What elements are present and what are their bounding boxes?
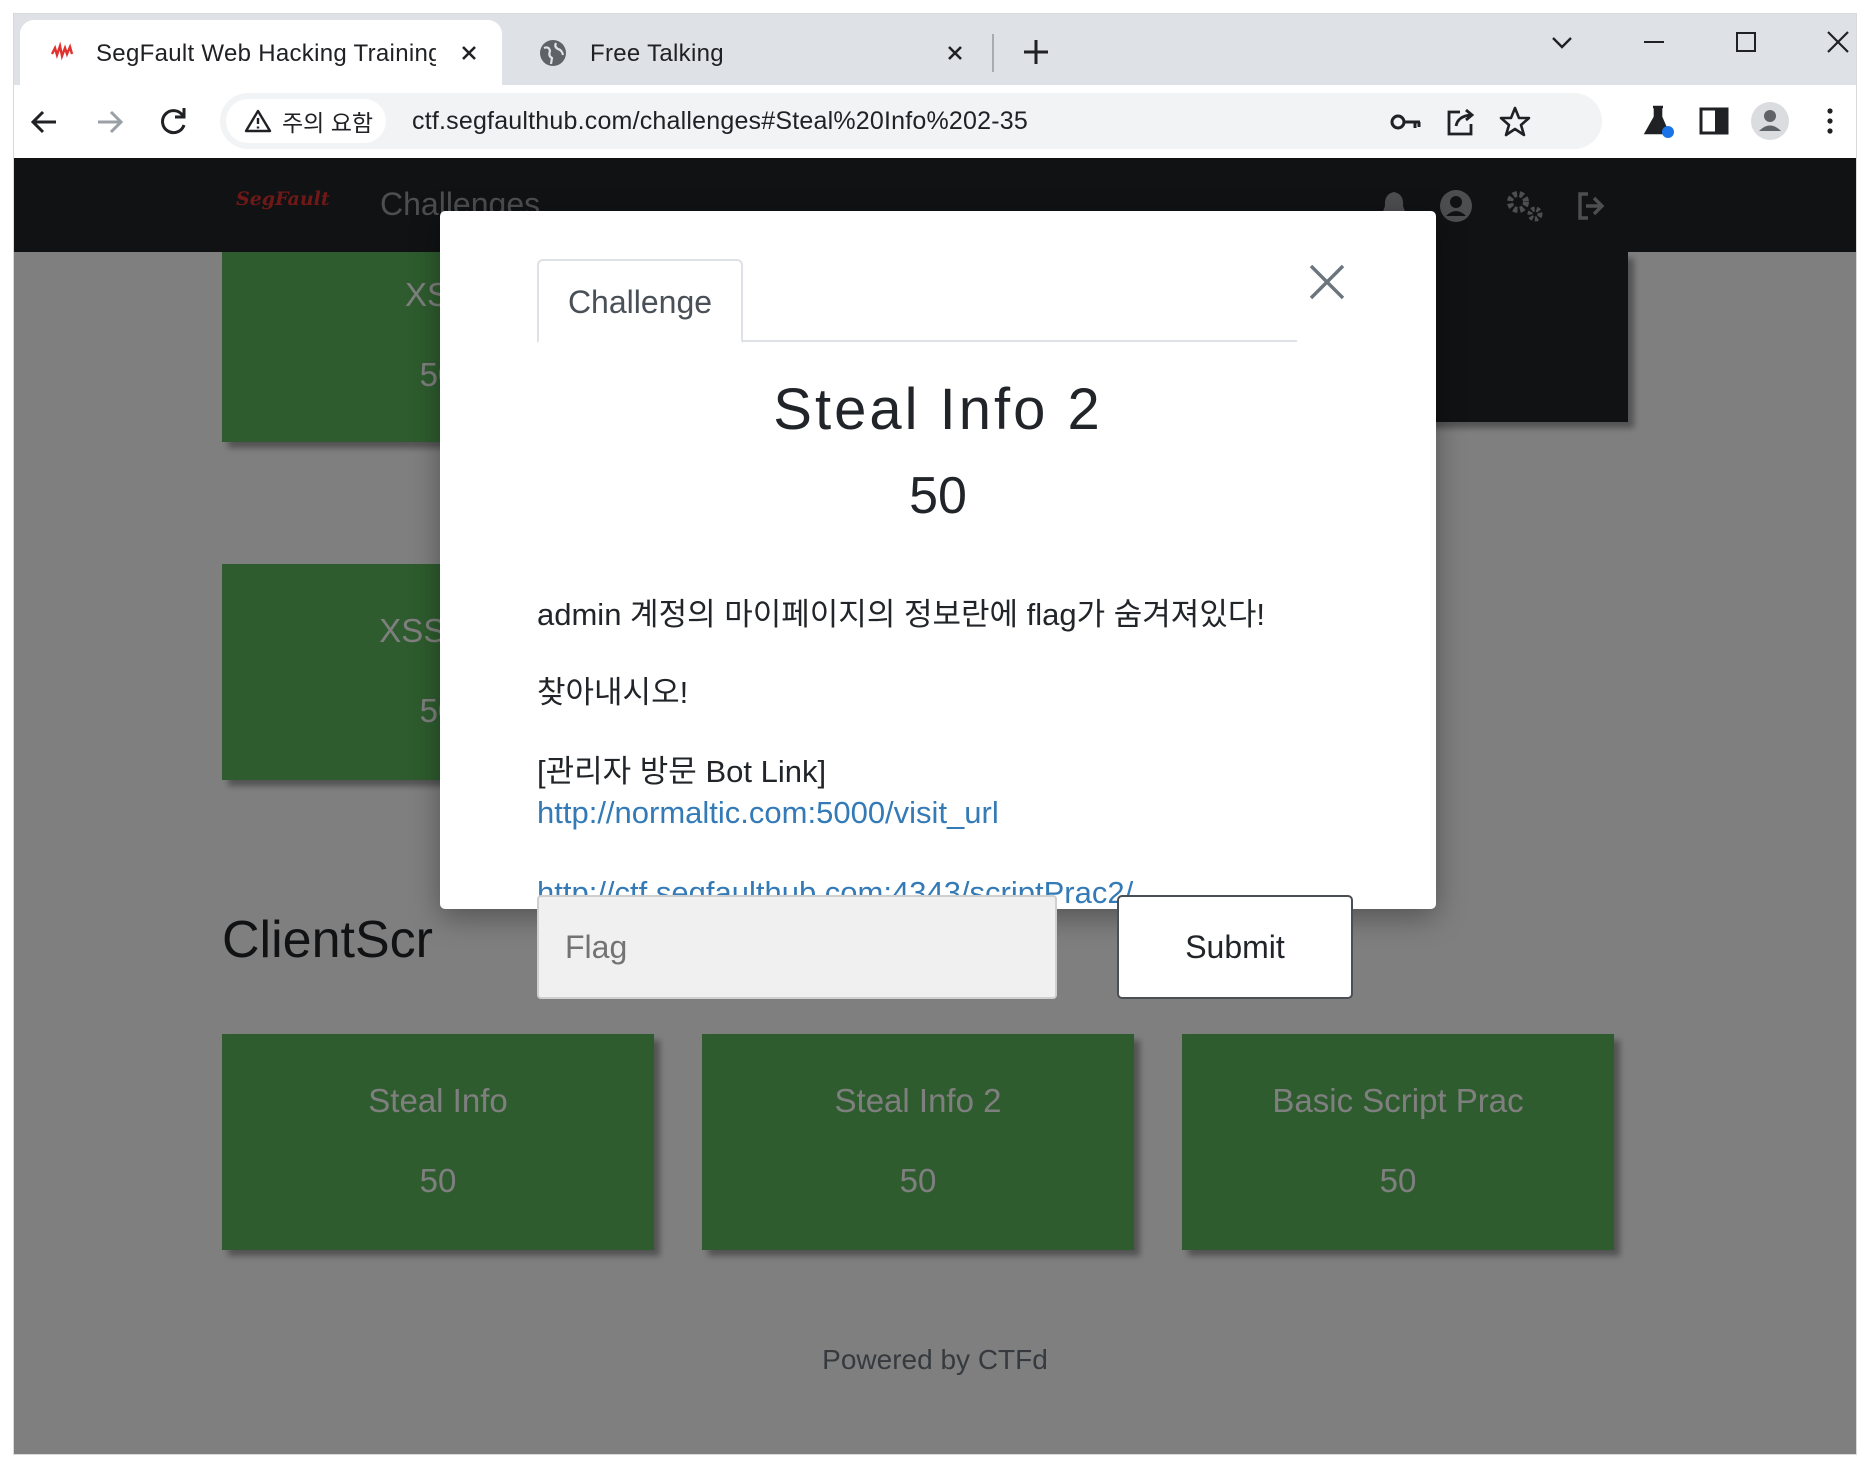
more-menu-icon[interactable] xyxy=(1812,103,1848,139)
close-icon[interactable] xyxy=(456,40,482,66)
forward-arrow-icon[interactable] xyxy=(86,99,132,145)
tab-title: SegFault Web Hacking Training xyxy=(96,40,436,67)
labs-flask-icon[interactable] xyxy=(1640,103,1676,139)
tab-segfault[interactable]: SegFault Web Hacking Training xyxy=(20,20,502,85)
address-bar[interactable]: 주의 요함 ctf.segfaulthub.com/challenges#Ste… xyxy=(220,93,1602,149)
close-icon[interactable] xyxy=(1306,261,1348,303)
minimize-icon[interactable] xyxy=(1624,22,1684,66)
warning-triangle-icon xyxy=(244,109,272,133)
bookmark-star-icon[interactable] xyxy=(1498,105,1532,139)
browser-toolbar: 주의 요함 ctf.segfaulthub.com/challenges#Ste… xyxy=(14,85,1856,158)
flag-input[interactable] xyxy=(537,895,1057,999)
tab-separator xyxy=(992,34,994,72)
globe-icon xyxy=(540,40,566,66)
browser-window: SegFault Web Hacking Training Free Talki… xyxy=(14,14,1856,1454)
challenge-value: 50 xyxy=(909,467,967,525)
challenge-name: Steal Info 2 xyxy=(773,377,1103,442)
side-panel-icon[interactable] xyxy=(1696,103,1732,139)
tab-strip: SegFault Web Hacking Training Free Talki… xyxy=(14,14,1856,85)
url-text[interactable]: ctf.segfaulthub.com/challenges#Steal%20I… xyxy=(412,107,1028,136)
back-arrow-icon[interactable] xyxy=(22,99,68,145)
modal-tab-bar: Challenge xyxy=(537,259,1297,343)
segfault-favicon-icon xyxy=(50,42,74,61)
reload-icon[interactable] xyxy=(150,99,196,145)
share-icon[interactable] xyxy=(1444,105,1478,139)
tab-free-talking[interactable]: Free Talking xyxy=(514,20,988,85)
tab-search-chevron-down-icon[interactable] xyxy=(1532,22,1592,66)
key-icon[interactable] xyxy=(1388,105,1422,139)
description-line: admin 계정의 마이페이지의 정보란에 flag가 숨겨져있다! xyxy=(537,597,1265,632)
window-close-icon[interactable] xyxy=(1808,22,1856,66)
tab-title: Free Talking xyxy=(590,40,724,67)
profile-avatar-icon[interactable] xyxy=(1750,101,1790,141)
bot-link[interactable]: http://normaltic.com:5000/visit_url xyxy=(537,795,999,831)
description-line: 찾아내시오! xyxy=(537,675,689,710)
security-chip-label: 주의 요함 xyxy=(282,110,374,136)
security-warning-chip[interactable]: 주의 요함 xyxy=(226,99,386,143)
tab-challenge[interactable]: Challenge xyxy=(537,259,743,343)
close-icon[interactable] xyxy=(942,40,968,66)
challenge-modal: Challenge Steal Info 2 50 admin 계정의 마이페이… xyxy=(440,211,1436,999)
page-viewport: SegFault Challenges XSS 50 xyxy=(14,158,1856,1454)
submit-button[interactable]: Submit xyxy=(1117,895,1353,999)
bot-link-label: [관리자 방문 Bot Link] xyxy=(537,754,827,789)
new-tab-plus-icon[interactable] xyxy=(1014,30,1058,74)
maximize-icon[interactable] xyxy=(1716,22,1776,66)
